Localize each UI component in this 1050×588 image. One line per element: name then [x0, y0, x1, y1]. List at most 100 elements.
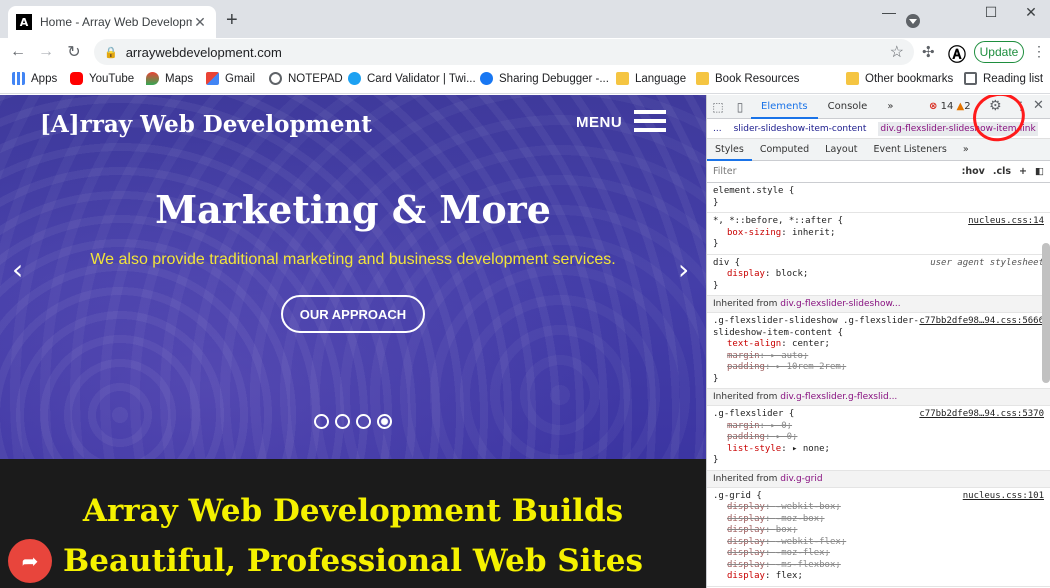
property-name[interactable]: display	[727, 269, 765, 279]
property-name[interactable]: display	[727, 502, 765, 512]
settings-gear-icon[interactable]: ⚙	[989, 98, 1002, 114]
property-name[interactable]: display	[727, 571, 765, 581]
address-bar[interactable]: 🔒 arraywebdevelopment.com ☆	[94, 39, 914, 65]
close-window-button[interactable]: ✕	[1008, 4, 1050, 20]
bookmark-book-resources[interactable]: Book Resources	[696, 72, 799, 85]
property-value[interactable]: ▸ 0;	[770, 421, 792, 431]
style-property[interactable]: list-style: ▸ none;	[727, 444, 1044, 456]
hamburger-menu-icon[interactable]	[634, 110, 666, 132]
forward-arrow-icon[interactable]: →	[32, 43, 60, 61]
profile-avatar-icon[interactable]: Ⓐ	[946, 41, 968, 66]
property-name[interactable]: display	[727, 560, 765, 570]
property-value[interactable]: -webkit-flex;	[776, 537, 846, 547]
extensions-puzzle-icon[interactable]: ✣	[922, 43, 935, 61]
inherited-element-link[interactable]: div.g-flexslider.g-flexslid...	[780, 392, 897, 402]
styles-filter-input[interactable]: Filter	[713, 166, 954, 177]
bookmark-youtube[interactable]: YouTube	[70, 72, 134, 85]
menu-label[interactable]: MENU	[576, 114, 622, 131]
style-property[interactable]: text-align: center;	[727, 339, 1044, 351]
style-rule[interactable]: nucleus.css:14 *, *::before, *::after { …	[707, 213, 1050, 255]
property-value[interactable]: -moz-flex;	[776, 548, 830, 558]
property-name[interactable]: list-style	[727, 444, 781, 454]
bookmark-gmail[interactable]: Gmail	[206, 72, 255, 85]
property-value[interactable]: inherit;	[792, 228, 835, 238]
style-property[interactable]: display: flex;	[727, 571, 1044, 583]
reload-icon[interactable]: ↻	[60, 42, 88, 62]
property-value[interactable]: box;	[776, 525, 798, 535]
property-value[interactable]: block;	[776, 269, 809, 279]
toggle-sidebar-icon[interactable]: ◧	[1035, 166, 1044, 177]
style-property[interactable]: margin: ▸ 0;	[727, 421, 1044, 433]
rule-source-link[interactable]: c77bb2dfe98…94.css:5666	[919, 316, 1044, 328]
property-name[interactable]: display	[727, 525, 765, 535]
bookmark-sharing-debugger[interactable]: Sharing Debugger -...	[480, 72, 609, 85]
device-toggle-icon[interactable]: ▯	[729, 100, 751, 114]
cls-toggle[interactable]: .cls	[993, 166, 1011, 177]
slider-dot[interactable]	[335, 414, 350, 429]
bookmark-other[interactable]: Other bookmarks	[846, 72, 953, 85]
tab-console[interactable]: Console	[818, 95, 878, 119]
property-name[interactable]: padding	[727, 362, 765, 372]
more-subtabs-button[interactable]: »	[955, 139, 977, 161]
more-tabs-button[interactable]: »	[877, 95, 903, 119]
hov-toggle[interactable]: :hov	[962, 166, 985, 177]
slider-prev-arrow-icon[interactable]: ‹	[12, 253, 23, 286]
tab-close-icon[interactable]: ✕	[192, 14, 208, 31]
styles-scrollbar[interactable]	[1042, 243, 1050, 383]
property-value[interactable]: ▸ 0;	[776, 432, 798, 442]
bookmark-language[interactable]: Language	[616, 72, 686, 85]
update-button[interactable]: Update	[974, 41, 1024, 63]
new-tab-button[interactable]: +	[226, 10, 238, 30]
tab-layout[interactable]: Layout	[817, 139, 865, 161]
bookmark-star-icon[interactable]: ☆	[890, 42, 904, 62]
bookmark-maps[interactable]: Maps	[146, 72, 193, 85]
site-logo[interactable]: [A]rray Web Development	[40, 111, 372, 138]
tab-styles[interactable]: Styles	[707, 139, 752, 161]
slider-dot[interactable]	[314, 414, 329, 429]
style-property[interactable]: display: -moz-flex;	[727, 548, 1044, 560]
browser-menu-icon[interactable]: ⋮	[1032, 43, 1046, 60]
property-name[interactable]: text-align	[727, 339, 781, 349]
tab-elements[interactable]: Elements	[751, 95, 818, 119]
tab-event-listeners[interactable]: Event Listeners	[865, 139, 954, 161]
bookmark-reading-list[interactable]: Reading list	[964, 72, 1043, 85]
inherited-element-link[interactable]: div.g-grid	[780, 474, 822, 484]
lock-icon[interactable]: 🔒	[104, 46, 118, 59]
property-name[interactable]: box-sizing	[727, 228, 781, 238]
minimize-button[interactable]: —	[866, 4, 912, 20]
devtools-close-icon[interactable]: ✕	[1033, 98, 1044, 113]
property-value[interactable]: center;	[792, 339, 830, 349]
property-name[interactable]: display	[727, 537, 765, 547]
property-name[interactable]: display	[727, 514, 765, 524]
property-value[interactable]: ▸ 10rem 2rem;	[776, 362, 846, 372]
slider-next-arrow-icon[interactable]: ›	[678, 253, 689, 286]
browser-tab[interactable]: A Home - Array Web Development ✕	[8, 6, 216, 38]
url-text[interactable]: arraywebdevelopment.com	[126, 45, 890, 60]
property-value[interactable]: ▸ none;	[792, 444, 830, 454]
style-rule[interactable]: c77bb2dfe98…94.css:5370 .g-flexslider { …	[707, 406, 1050, 471]
back-arrow-icon[interactable]: ←	[4, 43, 32, 61]
property-name[interactable]: margin	[727, 421, 760, 431]
bookmark-apps[interactable]: Apps	[12, 72, 57, 85]
rule-source-link[interactable]: c77bb2dfe98…94.css:5370	[919, 409, 1044, 421]
style-property[interactable]: display: -webkit-flex;	[727, 537, 1044, 549]
share-icon[interactable]: ➦	[8, 539, 52, 583]
breadcrumb-item[interactable]: slider-slideshow-item-content	[734, 124, 867, 134]
property-name[interactable]: display	[727, 548, 765, 558]
style-property[interactable]: padding: ▸ 10rem 2rem;	[727, 362, 1044, 374]
bookmark-notepad[interactable]: NOTEPAD	[269, 72, 343, 85]
style-property[interactable]: display: -ms-flexbox;	[727, 560, 1044, 572]
style-property[interactable]: display: -webkit-box;	[727, 502, 1044, 514]
devtools-menu-icon[interactable]: ⋮	[1015, 99, 1027, 113]
issues-badge[interactable]: ⊗ 14 ▲2	[929, 101, 971, 112]
rule-source-link[interactable]: nucleus.css:14	[968, 216, 1044, 228]
breadcrumb-ellipsis[interactable]: ...	[713, 124, 722, 134]
style-property[interactable]: margin: ▸ auto;	[727, 351, 1044, 363]
style-property[interactable]: padding: ▸ 0;	[727, 432, 1044, 444]
breadcrumb-current[interactable]: div.g-flexslider-slideshow-item-link	[878, 121, 1038, 136]
inspect-element-icon[interactable]: ⬚	[707, 100, 729, 114]
bookmark-card-validator[interactable]: Card Validator | Twi...	[348, 72, 476, 85]
our-approach-button[interactable]: OUR APPROACH	[281, 295, 425, 333]
rule-source-link[interactable]: nucleus.css:101	[963, 491, 1044, 503]
style-property[interactable]: display: block;	[727, 269, 1044, 281]
